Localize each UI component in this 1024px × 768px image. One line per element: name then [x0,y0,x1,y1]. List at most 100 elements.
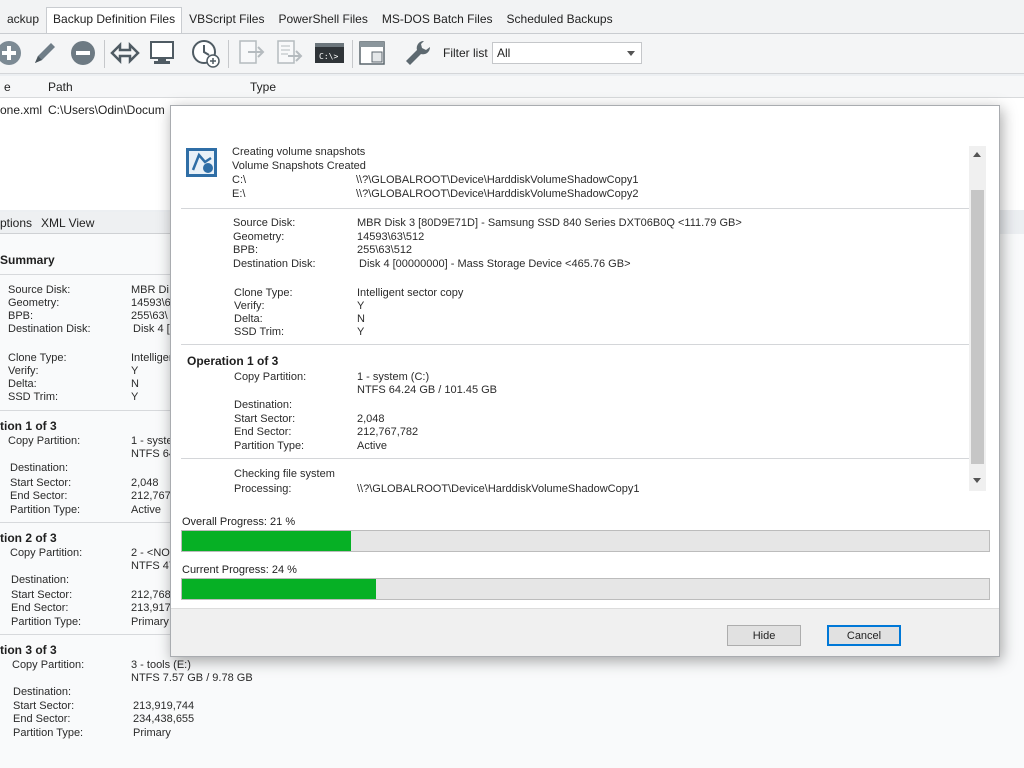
column-header-path[interactable]: Path [48,80,73,94]
bg-operation-2-ptype-label: Partition Type: [11,616,82,628]
start-sector-label: Start Sector: [234,413,296,425]
bg-operation-2-end-value: 213,917 [131,602,171,614]
snapshot-c-path: \\?\GLOBALROOT\Device\HarddiskVolumeShad… [356,174,639,186]
column-header-type[interactable]: Type [250,80,276,94]
end-sector-label: End Sector: [234,426,292,438]
command-prompt-icon[interactable]: C:\> [314,38,344,68]
snapshot-status-line1: Creating volume snapshots [232,146,366,158]
partition-fs-value: NTFS 64.24 GB / 101.45 GB [357,384,498,396]
ssd-trim-value: Y [357,326,365,338]
file-list-header: e Path Type [0,76,1024,98]
summary-bpb-value: 255\63\ [131,310,168,322]
summary-verify-label: Verify: [8,365,39,377]
toolbar-separator [104,40,105,68]
hide-button[interactable]: Hide [727,625,801,646]
snapshot-icon [185,146,219,180]
summary-geometry-label: Geometry: [8,297,60,309]
bg-operation-2-fs-value: NTFS 47 [131,560,176,572]
bg-operation-2-end-label: End Sector: [11,602,69,614]
processing-value: \\?\GLOBALROOT\Device\HarddiskVolumeShad… [357,483,640,495]
copy-partition-value: 1 - system (C:) [357,371,430,383]
log-scrollbar[interactable] [969,146,986,491]
current-progress-bar [181,578,990,600]
tab-powershell-files[interactable]: PowerShell Files [271,7,374,33]
bg-operation-3-fs-value: NTFS 7.57 GB / 9.78 GB [131,672,253,684]
bg-operation-3-copy-label: Copy Partition: [12,659,85,671]
add-icon[interactable] [0,38,24,68]
scroll-up-icon[interactable] [973,152,981,157]
current-progress-fill [182,579,376,599]
bg-operation-2-start-value: 212,768 [131,589,171,601]
move-icon[interactable] [110,38,140,68]
details-tab-bar: ptions XML View [0,212,175,234]
cancel-button[interactable]: Cancel [827,625,901,646]
tab-backup-definition-files[interactable]: Backup Definition Files [46,7,183,33]
dialog-button-bar: Hide Cancel [171,608,999,656]
export-script-icon[interactable] [274,38,304,68]
window-icon[interactable] [358,38,388,68]
file-tab-bar: ackup Backup Definition Files VBScript F… [0,0,1024,34]
summary-bpb-label: BPB: [8,310,34,322]
summary-verify-value: Y [131,365,139,377]
source-disk-value: MBR Disk 3 [80D9E71D] - Samsung SSD 840 … [357,217,742,229]
divider [181,458,971,459]
scrollbar-thumb[interactable] [971,190,984,464]
source-disk-label: Source Disk: [233,217,296,229]
column-header-name[interactable]: e [4,80,11,94]
summary-title: Summary [0,253,55,267]
partition-type-value: Active [357,440,387,452]
chevron-down-icon [627,51,635,56]
snapshot-c-drive: C:\ [232,174,247,186]
divider [0,634,175,635]
destination-label: Destination: [234,399,293,411]
start-sector-value: 2,048 [357,413,385,425]
schedule-icon[interactable] [190,38,220,68]
divider [0,274,175,275]
tab-xml-view[interactable]: XML View [41,216,94,230]
bg-operation-1-end-value: 212,767 [131,490,171,502]
export-icon[interactable] [236,38,266,68]
bg-operation-2-dest-label: Destination: [11,574,70,586]
bg-operation-1-copy-value: 1 - syste [131,435,173,447]
operation-title: Operation 1 of 3 [187,354,279,368]
processing-label: Processing: [234,483,292,495]
copy-partition-label: Copy Partition: [234,371,307,383]
remove-icon[interactable] [68,38,98,68]
bg-operation-1-fs-value: NTFS 64 [131,448,176,460]
tab-vbscript-files[interactable]: VBScript Files [182,7,271,33]
snapshot-status-line2: Volume Snapshots Created [232,160,366,172]
filter-list-label: Filter list [443,46,488,60]
bg-operation-3-copy-value: 3 - tools (E:) [131,659,191,671]
bg-operation-3-start-value: 213,919,744 [133,700,195,712]
tab-msdos-batch-files[interactable]: MS-DOS Batch Files [375,7,500,33]
monitor-icon[interactable] [148,38,178,68]
tab-options[interactable]: ptions [0,216,32,230]
summary-ssd-trim-value: Y [131,391,139,403]
summary-delta-label: Delta: [8,378,37,390]
snapshot-e-drive: E:\ [232,188,246,200]
bg-operation-2-title: tion 2 of 3 [0,531,57,545]
filter-list-select[interactable]: All [492,42,642,64]
bg-operation-1-dest-label: Destination: [10,462,69,474]
bg-operation-3-ptype-label: Partition Type: [13,727,84,739]
bg-operation-1-start-value: 2,048 [131,477,159,489]
bg-operation-2-copy-value: 2 - <NO [131,547,170,559]
clone-type-value: Intelligent sector copy [357,287,464,299]
status-message: Checking file system [234,468,335,480]
summary-delta-value: N [131,378,139,390]
wrench-icon[interactable] [402,38,432,68]
clone-type-label: Clone Type: [234,287,293,299]
svg-text:C:\>: C:\> [319,52,338,61]
tab-scheduled-backups[interactable]: Scheduled Backups [500,7,620,33]
divider [181,208,971,209]
toolbar-separator [352,40,353,68]
summary-source-disk-label: Source Disk: [8,284,71,296]
tab-backup[interactable]: ackup [0,7,46,33]
verify-label: Verify: [234,300,265,312]
bg-operation-1-title: tion 1 of 3 [0,419,57,433]
overall-progress-bar [181,530,990,552]
edit-icon[interactable] [30,38,60,68]
bg-operation-2-copy-label: Copy Partition: [10,547,83,559]
filter-list-value: All [497,46,511,60]
scroll-down-icon[interactable] [973,478,981,483]
